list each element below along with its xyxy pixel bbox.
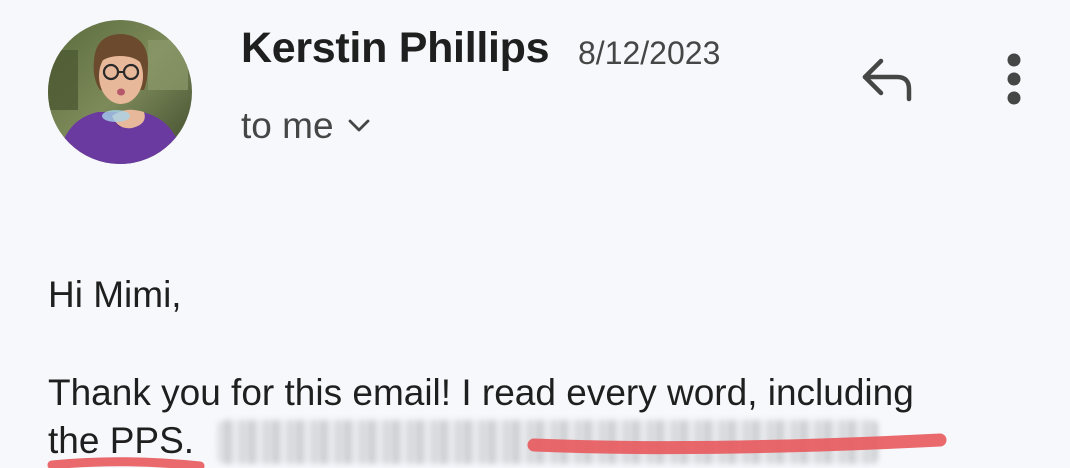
chevron-down-icon bbox=[348, 119, 370, 138]
email-body-line-1: Thank you for this email! I read every w… bbox=[48, 372, 914, 413]
redacted-text-blur bbox=[218, 420, 878, 464]
reply-icon bbox=[859, 55, 915, 108]
email-body-line-2: the PPS. bbox=[48, 420, 195, 461]
more-options-button[interactable] bbox=[992, 50, 1036, 112]
reply-button[interactable] bbox=[856, 54, 918, 108]
email-greeting: Hi Mimi, bbox=[48, 274, 182, 315]
recipient-label: to me bbox=[241, 105, 334, 146]
avatar-photo bbox=[48, 20, 192, 164]
avatar[interactable] bbox=[48, 20, 192, 164]
sender-name: Kerstin Phillips bbox=[241, 24, 550, 72]
recipient-details-toggle[interactable]: to me bbox=[241, 105, 370, 147]
email-date: 8/12/2023 bbox=[578, 35, 721, 71]
more-vert-icon bbox=[1006, 52, 1022, 111]
